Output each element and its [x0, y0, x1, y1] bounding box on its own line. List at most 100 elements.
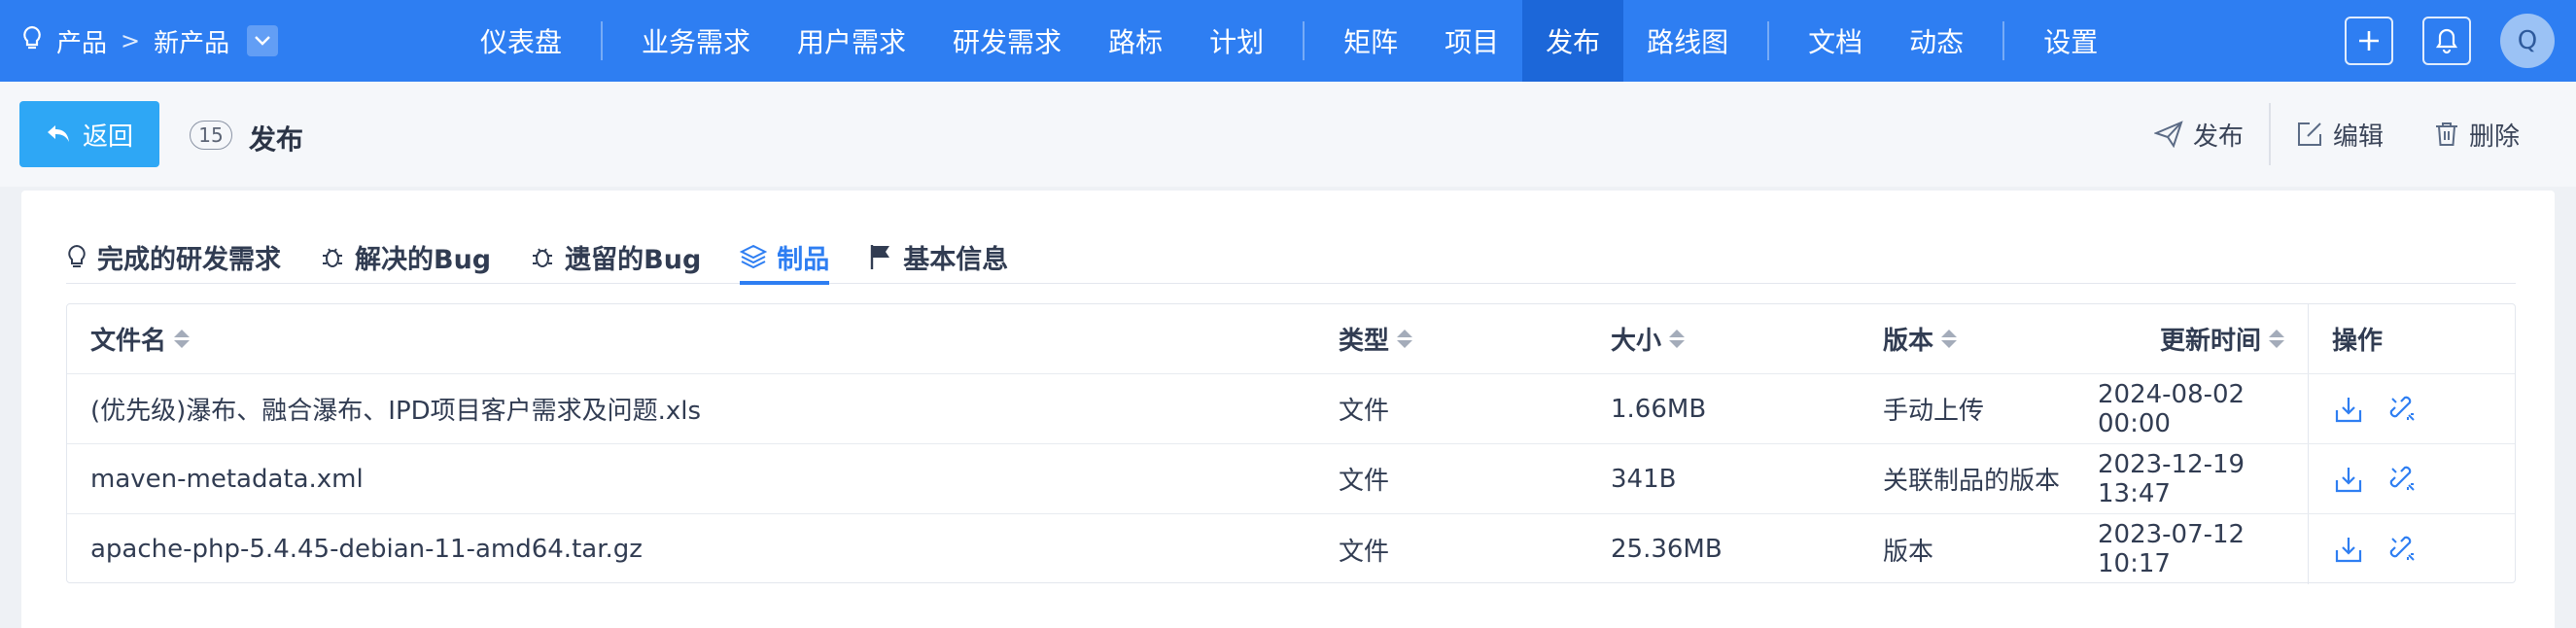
bell-icon [2435, 28, 2458, 54]
sort-icon [1669, 330, 1686, 348]
col-header-filename[interactable]: 文件名 [67, 304, 1315, 373]
breadcrumb: 产品 > 新产品 [21, 0, 279, 82]
unlink-icon[interactable] [2386, 533, 2419, 566]
tab-label: 基本信息 [903, 244, 1009, 275]
col-header-type[interactable]: 类型 [1315, 304, 1587, 373]
flag-icon [871, 245, 890, 269]
tab-label: 解决的Bug [355, 244, 492, 275]
send-icon [2153, 121, 2183, 148]
release-toolbar: 返回 15 发布 发布 编辑 删除 [0, 82, 2576, 187]
download-icon[interactable] [2332, 393, 2365, 426]
cell-updated: 2024-08-02 00:00 [2098, 379, 2245, 438]
layers-icon [740, 244, 768, 269]
breadcrumb-separator: > [121, 27, 141, 54]
cell-size: 1.66MB [1611, 394, 1707, 424]
edit-button[interactable]: 编辑 [2271, 117, 2409, 153]
nav-user-requirements[interactable]: 用户需求 [774, 0, 929, 82]
tab-resolved-bugs[interactable]: 解决的Bug [320, 229, 491, 284]
tab-label: 遗留的Bug [565, 244, 702, 275]
sort-icon [1941, 330, 1958, 348]
nav-docs[interactable]: 文档 [1785, 0, 1886, 82]
col-header-updated[interactable]: 更新时间 [2098, 304, 2308, 373]
lightbulb-icon [21, 25, 43, 57]
tab-label: 制品 [777, 244, 830, 275]
col-header-version[interactable]: 版本 [1860, 304, 2098, 373]
row-actions [2308, 514, 2515, 584]
cell-version: 手动上传 [1883, 397, 1985, 426]
nav-divider [1303, 21, 1305, 60]
page-title: 发布 [249, 123, 304, 156]
nav-settings[interactable]: 设置 [2020, 0, 2121, 82]
nav-divider [601, 21, 604, 60]
tab-label: 完成的研发需求 [97, 244, 281, 275]
publish-button[interactable]: 发布 [2129, 117, 2269, 153]
bug-icon [323, 248, 342, 267]
nav-matrix[interactable]: 矩阵 [1320, 0, 1421, 82]
cell-filename[interactable]: apache-php-5.4.45-debian-11-amd64.tar.gz [67, 514, 1315, 584]
tab-artifacts[interactable]: 制品 [740, 229, 830, 285]
back-label: 返回 [82, 122, 133, 152]
create-button[interactable] [2345, 17, 2393, 65]
delete-button[interactable]: 删除 [2409, 117, 2545, 153]
topbar-tools: Q [2345, 0, 2555, 82]
nav-project[interactable]: 项目 [1421, 0, 1522, 82]
product-switch-dropdown[interactable] [247, 25, 279, 56]
edit-icon [2297, 122, 2321, 146]
tab-basic-info[interactable]: 基本信息 [868, 229, 1008, 284]
publish-label: 发布 [2192, 122, 2244, 152]
nav-dev-requirements[interactable]: 研发需求 [929, 0, 1085, 82]
nav-divider [2002, 21, 2005, 60]
download-icon[interactable] [2332, 463, 2365, 496]
breadcrumb-product[interactable]: 新产品 [154, 23, 229, 59]
download-icon[interactable] [2332, 533, 2365, 566]
sort-icon [2269, 330, 2284, 348]
cell-filename[interactable]: maven-metadata.xml [67, 444, 1315, 513]
main-nav: 仪表盘 业务需求 用户需求 研发需求 路标 计划 矩阵 项目 发布 路线图 文档… [457, 0, 2121, 82]
edit-label: 编辑 [2332, 122, 2384, 152]
delete-label: 删除 [2468, 122, 2520, 152]
unlink-icon[interactable] [2386, 393, 2419, 426]
nav-dashboard[interactable]: 仪表盘 [457, 0, 585, 82]
top-navbar: 产品 > 新产品 仪表盘 业务需求 用户需求 研发需求 路标 计划 矩阵 项目 … [0, 0, 2576, 82]
lightbulb-icon [68, 244, 86, 267]
table-row: apache-php-5.4.45-debian-11-amd64.tar.gz… [67, 514, 2515, 584]
nav-roadmark[interactable]: 路标 [1085, 0, 1186, 82]
notifications-button[interactable] [2422, 17, 2471, 65]
nav-plan[interactable]: 计划 [1186, 0, 1287, 82]
table-row: maven-metadata.xml 文件 341B 关联制品的版本 2023-… [67, 444, 2515, 514]
nav-release[interactable]: 发布 [1522, 0, 1624, 82]
nav-business-requirements[interactable]: 业务需求 [618, 0, 774, 82]
cell-version: 关联制品的版本 [1883, 467, 2061, 496]
plus-icon [2359, 31, 2379, 51]
detail-tabs: 完成的研发需求 解决的Bug 遗留的Bug 制品 基本信息 [66, 229, 2516, 285]
cell-updated: 2023-07-12 10:17 [2098, 520, 2245, 578]
back-button[interactable]: 返回 [19, 101, 159, 167]
sort-icon [174, 330, 191, 348]
bug-icon [533, 248, 553, 267]
row-actions [2308, 374, 2515, 443]
avatar[interactable]: Q [2500, 14, 2555, 68]
table-row: (优先级)瀑布、融合瀑布、IPD项目客户需求及问题.xls 文件 1.66MB … [67, 374, 2515, 444]
release-actions: 发布 编辑 删除 [2129, 82, 2545, 187]
tab-remaining-bugs[interactable]: 遗留的Bug [530, 229, 701, 284]
breadcrumb-root[interactable]: 产品 [56, 23, 107, 59]
cell-version: 版本 [1883, 537, 1934, 567]
cell-type: 文件 [1339, 537, 1390, 567]
sort-icon [1397, 330, 1413, 348]
cell-type: 文件 [1339, 467, 1390, 496]
cell-filename[interactable]: (优先级)瀑布、融合瀑布、IPD项目客户需求及问题.xls [67, 374, 1315, 443]
cell-size: 25.36MB [1611, 535, 1723, 564]
nav-activity[interactable]: 动态 [1886, 0, 1987, 82]
nav-roadmap[interactable]: 路线图 [1623, 0, 1752, 82]
unlink-icon[interactable] [2386, 463, 2419, 496]
cell-size: 341B [1611, 464, 1677, 494]
nav-divider [1767, 21, 1770, 60]
tab-finished-stories[interactable]: 完成的研发需求 [66, 229, 281, 284]
col-header-size[interactable]: 大小 [1587, 304, 1860, 373]
chevron-down-icon [255, 36, 270, 46]
cell-updated: 2023-12-19 13:47 [2098, 449, 2245, 508]
artifacts-table: 文件名 类型 大小 版本 更新时间 操作 (优先级)瀑布、融合瀑布、IPD项目客… [66, 303, 2516, 584]
release-id-badge: 15 [190, 121, 232, 150]
cell-type: 文件 [1339, 397, 1390, 426]
release-detail-card: 完成的研发需求 解决的Bug 遗留的Bug 制品 基本信息 文件名 类型 大小 … [21, 191, 2555, 628]
